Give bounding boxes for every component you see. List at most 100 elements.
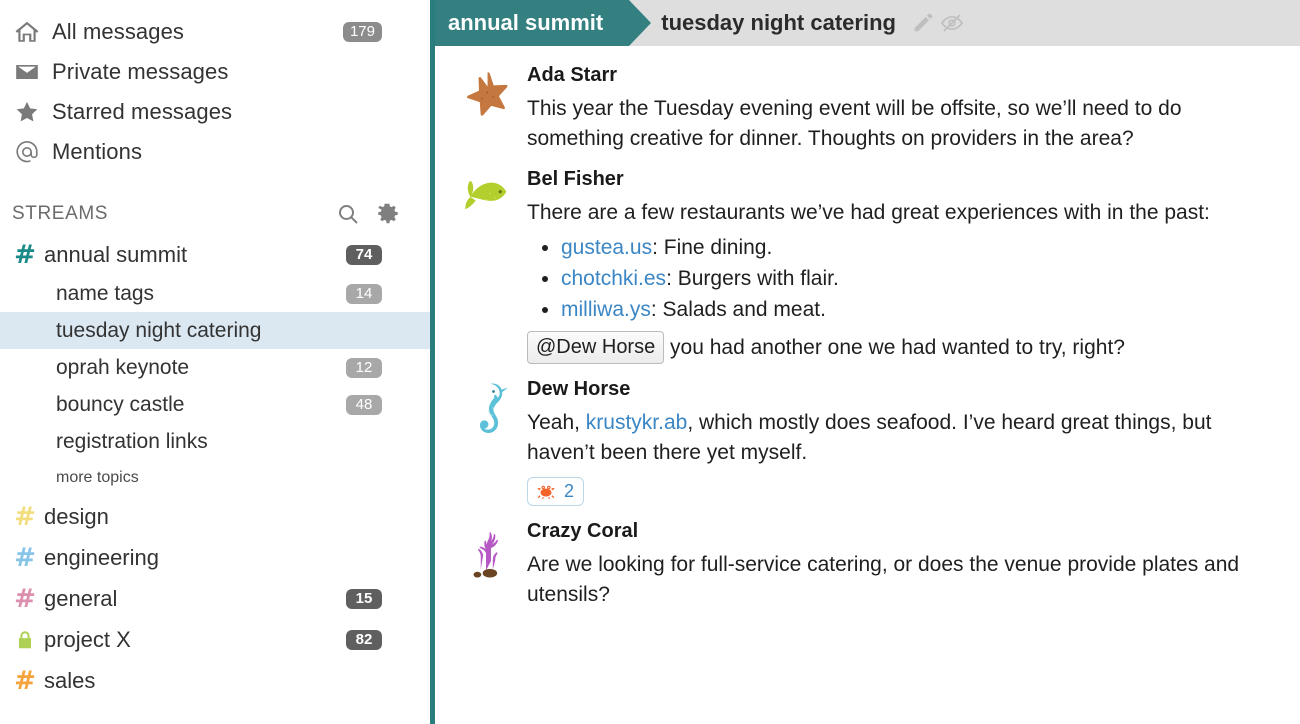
message-item: Crazy Coral Are we looking for full-serv… bbox=[435, 512, 1300, 616]
mention-line: @Dew Horse you had another one we had wa… bbox=[527, 330, 1278, 365]
streams-title: STREAMS bbox=[12, 203, 109, 224]
pencil-icon[interactable] bbox=[912, 12, 934, 34]
more-topics-link[interactable]: more topics bbox=[0, 460, 430, 496]
hash-icon: # bbox=[14, 583, 36, 614]
sidebar-topic-tuesday-night-catering[interactable]: tuesday night catering bbox=[0, 312, 430, 349]
topic-header-icons bbox=[912, 11, 964, 35]
streams-actions bbox=[336, 202, 400, 226]
message-text: There are a few restaurants we’ve had gr… bbox=[527, 200, 1210, 224]
message-text: This year the Tuesday evening event will… bbox=[527, 97, 1182, 150]
restaurant-link[interactable]: milliwa.ys bbox=[561, 298, 651, 321]
stream-name: sales bbox=[44, 667, 96, 693]
topic-name: registration links bbox=[56, 429, 208, 453]
sidebar-item-private-messages[interactable]: Private messages bbox=[0, 52, 430, 92]
sidebar-stream-design[interactable]: # design bbox=[0, 496, 430, 537]
topic-name: tuesday night catering bbox=[56, 318, 262, 342]
restaurant-list: gustea.us: Fine dining. chotchki.es: Bur… bbox=[527, 233, 1278, 324]
unread-badge: 179 bbox=[342, 22, 382, 42]
list-item: gustea.us: Fine dining. bbox=[561, 233, 1278, 263]
search-icon[interactable] bbox=[336, 202, 360, 226]
sidebar-item-label: Starred messages bbox=[52, 99, 233, 124]
crab-emoji bbox=[535, 482, 557, 500]
streams-section-header: STREAMS bbox=[0, 194, 430, 234]
topic-name: oprah keynote bbox=[56, 355, 190, 379]
hash-icon: # bbox=[14, 239, 36, 270]
restaurant-link[interactable]: gustea.us bbox=[561, 236, 652, 259]
stream-name: general bbox=[44, 585, 118, 611]
sidebar-item-starred-messages[interactable]: Starred messages bbox=[0, 92, 430, 132]
stream-name: annual summit bbox=[44, 241, 188, 267]
sidebar-item-mentions[interactable]: Mentions bbox=[0, 132, 430, 172]
emoji-reaction[interactable]: 2 bbox=[527, 476, 585, 506]
restaurant-link[interactable]: chotchki.es bbox=[561, 267, 666, 290]
message-body: Dew Horse Yeah, krustykr.ab, which mostl… bbox=[519, 378, 1278, 506]
mention-trailing-text: you had another one we had wanted to try… bbox=[664, 335, 1125, 359]
unread-badge: 82 bbox=[346, 629, 382, 650]
message-sender[interactable]: Ada Starr bbox=[527, 64, 1278, 87]
breadcrumb-topic: tuesday night catering bbox=[629, 0, 964, 46]
message-text: Are we looking for full-service catering… bbox=[527, 552, 1240, 606]
message-panel: annual summit tuesday night catering Ada… bbox=[430, 0, 1300, 724]
breadcrumb-stream[interactable]: annual summit bbox=[435, 0, 652, 46]
gear-icon[interactable] bbox=[376, 202, 400, 226]
sidebar-topic-name-tags[interactable]: name tags 14 bbox=[0, 275, 430, 312]
envelope-icon bbox=[12, 59, 42, 85]
message-sender[interactable]: Dew Horse bbox=[527, 378, 1278, 401]
message-item: Ada Starr This year the Tuesday evening … bbox=[435, 56, 1300, 160]
message-text-pre: Yeah, bbox=[527, 411, 586, 435]
topic-name: bouncy castle bbox=[56, 392, 185, 416]
reaction-count: 2 bbox=[564, 480, 575, 501]
sidebar-item-label: Private messages bbox=[52, 59, 229, 84]
sidebar-stream-annual-summit[interactable]: # annual summit 74 bbox=[0, 234, 430, 275]
message-list: Ada Starr This year the Tuesday evening … bbox=[435, 46, 1300, 616]
stream-name: design bbox=[44, 503, 109, 529]
unread-badge: 74 bbox=[346, 244, 382, 265]
left-sidebar: All messages 179 Private messages Starre… bbox=[0, 0, 430, 724]
restaurant-link[interactable]: krustykr.ab bbox=[586, 411, 688, 434]
eye-slash-icon[interactable] bbox=[940, 11, 964, 35]
starfish-avatar[interactable] bbox=[457, 64, 519, 154]
sidebar-item-all-messages[interactable]: All messages 179 bbox=[0, 12, 430, 52]
sidebar-topic-registration-links[interactable]: registration links bbox=[0, 423, 430, 460]
sidebar-item-label: Mentions bbox=[52, 139, 143, 164]
hash-icon: # bbox=[14, 501, 36, 532]
message-body: Crazy Coral Are we looking for full-serv… bbox=[519, 520, 1278, 610]
fish-avatar[interactable] bbox=[457, 168, 519, 365]
topic-name: name tags bbox=[56, 281, 155, 305]
list-item: chotchki.es: Burgers with flair. bbox=[561, 264, 1278, 294]
sidebar-stream-general[interactable]: # general 15 bbox=[0, 578, 430, 619]
unread-badge: 15 bbox=[346, 588, 382, 609]
star-icon bbox=[12, 99, 42, 125]
app-root: All messages 179 Private messages Starre… bbox=[0, 0, 1300, 724]
sidebar-stream-engineering[interactable]: # engineering bbox=[0, 537, 430, 578]
stream-name: engineering bbox=[44, 544, 159, 570]
user-mention-pill[interactable]: @Dew Horse bbox=[527, 330, 665, 365]
stream-name: project X bbox=[44, 626, 131, 652]
restaurant-description: : Burgers with flair. bbox=[666, 267, 839, 291]
reaction-row: 2 bbox=[527, 468, 1278, 506]
list-item: milliwa.ys: Salads and meat. bbox=[561, 295, 1278, 325]
breadcrumb-topic-label[interactable]: tuesday night catering bbox=[661, 10, 896, 36]
restaurant-description: : Fine dining. bbox=[652, 236, 773, 260]
restaurant-description: : Salads and meat. bbox=[650, 298, 826, 322]
sidebar-topic-oprah-keynote[interactable]: oprah keynote 12 bbox=[0, 349, 430, 386]
topic-header-bar: annual summit tuesday night catering bbox=[435, 0, 1300, 46]
message-sender[interactable]: Crazy Coral bbox=[527, 520, 1278, 543]
unread-badge: 48 bbox=[346, 394, 382, 415]
sidebar-stream-sales[interactable]: # sales bbox=[0, 660, 430, 701]
at-sign-icon bbox=[12, 138, 42, 166]
message-item: Bel Fisher There are a few restaurants w… bbox=[435, 160, 1300, 371]
sidebar-stream-project-x[interactable]: project X 82 bbox=[0, 619, 430, 660]
seahorse-avatar[interactable] bbox=[457, 378, 519, 506]
message-body: Bel Fisher There are a few restaurants w… bbox=[519, 168, 1278, 365]
lock-icon bbox=[12, 628, 38, 652]
unread-badge: 12 bbox=[346, 357, 382, 378]
message-body: Ada Starr This year the Tuesday evening … bbox=[519, 64, 1278, 154]
home-icon bbox=[12, 19, 42, 45]
hash-icon: # bbox=[14, 665, 36, 696]
message-item: Dew Horse Yeah, krustykr.ab, which mostl… bbox=[435, 370, 1300, 512]
sidebar-topic-bouncy-castle[interactable]: bouncy castle 48 bbox=[0, 386, 430, 423]
message-text: Yeah, krustykr.ab, which mostly does sea… bbox=[527, 408, 1278, 468]
coral-avatar[interactable] bbox=[457, 520, 519, 610]
message-sender[interactable]: Bel Fisher bbox=[527, 168, 1278, 191]
